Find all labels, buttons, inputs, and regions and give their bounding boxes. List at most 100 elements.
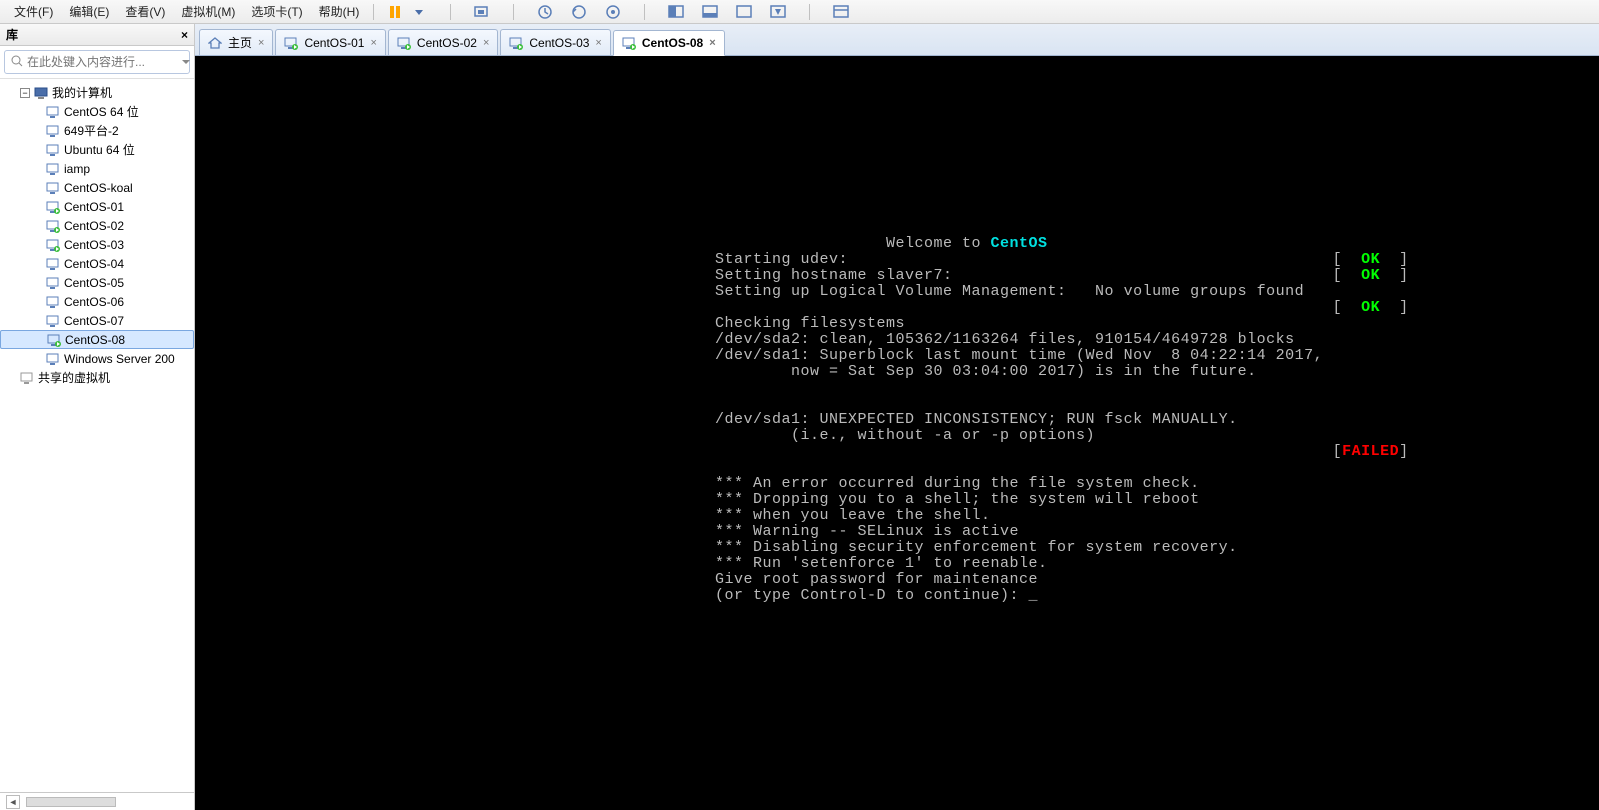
search-input[interactable] (27, 55, 182, 69)
revert-icon[interactable] (570, 3, 588, 21)
close-icon[interactable]: × (181, 28, 188, 42)
fit-guest-icon[interactable] (667, 3, 685, 21)
horizontal-scrollbar[interactable]: ◄ (0, 792, 194, 810)
console-text: *** Warning -- SELinux is active (715, 523, 1019, 540)
tree-item-vm[interactable]: CentOS-08 (0, 330, 194, 349)
library-icon[interactable] (832, 3, 850, 21)
status-ok: OK (1361, 251, 1380, 268)
scroll-left-icon[interactable]: ◄ (6, 795, 20, 809)
vm-icon (47, 333, 61, 347)
vm-icon (46, 124, 60, 138)
tree-label: Ubuntu 64 位 (64, 141, 135, 158)
separator (373, 4, 374, 20)
close-icon[interactable]: × (258, 37, 264, 49)
console-text: Welcome to (715, 235, 991, 252)
tree-label: CentOS-08 (65, 333, 125, 347)
collapse-icon[interactable]: − (20, 88, 30, 98)
console-text: ] (1380, 267, 1409, 284)
vm-icon (46, 143, 60, 157)
unity-icon[interactable] (769, 3, 787, 21)
tree-item-vm[interactable]: CentOS-01 (0, 197, 194, 216)
tree-item-vm[interactable]: CentOS-06 (0, 292, 194, 311)
tree-shared-vms[interactable]: 共享的虚拟机 (0, 368, 194, 387)
console-text: ] (1380, 251, 1409, 268)
separator (513, 4, 514, 20)
tree-item-vm[interactable]: CentOS-07 (0, 311, 194, 330)
console-text: [ (715, 299, 1361, 316)
console-text: /dev/sda1: UNEXPECTED INCONSISTENCY; RUN… (715, 411, 1238, 428)
tree-item-vm[interactable]: CentOS 64 位 (0, 102, 194, 121)
close-icon[interactable]: × (709, 37, 715, 49)
vm-icon (46, 181, 60, 195)
tab-label: CentOS-08 (642, 36, 703, 50)
toolbar (380, 3, 850, 21)
vm-icon (46, 200, 60, 214)
console-text: /dev/sda2: clean, 105362/1163264 files, … (715, 331, 1295, 348)
status-ok: OK (1361, 267, 1380, 284)
tab-vm[interactable]: CentOS-03× (500, 29, 610, 55)
tree-item-vm[interactable]: 649平台-2 (0, 121, 194, 140)
menu-edit[interactable]: 编辑(E) (61, 1, 117, 23)
tab-label: CentOS-02 (417, 36, 477, 50)
vm-icon (46, 352, 60, 366)
tree-item-vm[interactable]: Ubuntu 64 位 (0, 140, 194, 159)
tree-label: CentOS-03 (64, 238, 124, 252)
vm-console[interactable]: Welcome to CentOS Starting udev: [ OK ] … (195, 56, 1599, 810)
close-icon[interactable]: × (595, 37, 601, 49)
console-text: /dev/sda1: Superblock last mount time (W… (715, 347, 1323, 364)
status-ok: OK (1361, 299, 1380, 316)
home-icon (208, 36, 222, 50)
vm-icon (397, 36, 411, 50)
fullscreen-icon[interactable] (735, 3, 753, 21)
dropdown-icon[interactable] (182, 55, 190, 69)
pause-icon[interactable] (386, 3, 404, 21)
menu-help[interactable]: 帮助(H) (311, 1, 368, 23)
console-text: (i.e., without -a or -p options) (715, 427, 1095, 444)
tree-item-vm[interactable]: CentOS-koal (0, 178, 194, 197)
tree-item-vm[interactable]: iamp (0, 159, 194, 178)
tree-item-vm[interactable]: CentOS-04 (0, 254, 194, 273)
close-icon[interactable]: × (483, 37, 489, 49)
computer-icon (34, 86, 48, 100)
vm-icon (46, 314, 60, 328)
vm-tree: −我的计算机CentOS 64 位649平台-2Ubuntu 64 位iampC… (0, 79, 194, 792)
send-ctrl-alt-del-icon[interactable] (473, 3, 491, 21)
tab-vm[interactable]: CentOS-01× (275, 29, 385, 55)
menu-tabs[interactable]: 选项卡(T) (243, 1, 310, 23)
console-text: now = Sat Sep 30 03:04:00 2017) is in th… (715, 363, 1257, 380)
manage-snapshot-icon[interactable] (604, 3, 622, 21)
shared-icon (20, 371, 34, 385)
console-text: *** Dropping you to a shell; the system … (715, 491, 1200, 508)
console-text: ] (1380, 299, 1409, 316)
console-text: Starting udev: [ (715, 251, 1361, 268)
tree-root-my-computer[interactable]: −我的计算机 (0, 83, 194, 102)
tree-item-vm[interactable]: CentOS-03 (0, 235, 194, 254)
console-text: ] (1399, 443, 1409, 460)
menu-file[interactable]: 文件(F) (6, 1, 61, 23)
scroll-thumb[interactable] (26, 797, 116, 807)
tab-home[interactable]: 主页× (199, 29, 273, 55)
console-text: [ (715, 443, 1342, 460)
separator (644, 4, 645, 20)
menu-vm[interactable]: 虚拟机(M) (173, 1, 243, 23)
separator (809, 4, 810, 20)
vm-icon (46, 276, 60, 290)
tree-item-vm[interactable]: CentOS-05 (0, 273, 194, 292)
tab-vm[interactable]: CentOS-02 × (388, 29, 498, 55)
search-wrap (0, 46, 194, 79)
tree-label: CentOS-05 (64, 276, 124, 290)
dropdown-icon[interactable] (410, 3, 428, 21)
console-os-name: CentOS (991, 235, 1048, 252)
tab-vm[interactable]: CentOS-08 × (613, 30, 725, 56)
search-box[interactable] (4, 50, 190, 74)
tree-label: CentOS-07 (64, 314, 124, 328)
snapshot-icon[interactable] (536, 3, 554, 21)
vm-icon (46, 105, 60, 119)
tree-item-vm[interactable]: Windows Server 200 (0, 349, 194, 368)
console-view-icon[interactable] (701, 3, 719, 21)
panel-title: 库 (6, 26, 18, 43)
tree-item-vm[interactable]: CentOS-02 (0, 216, 194, 235)
close-icon[interactable]: × (370, 37, 376, 49)
vm-icon (509, 36, 523, 50)
menu-view[interactable]: 查看(V) (117, 1, 173, 23)
